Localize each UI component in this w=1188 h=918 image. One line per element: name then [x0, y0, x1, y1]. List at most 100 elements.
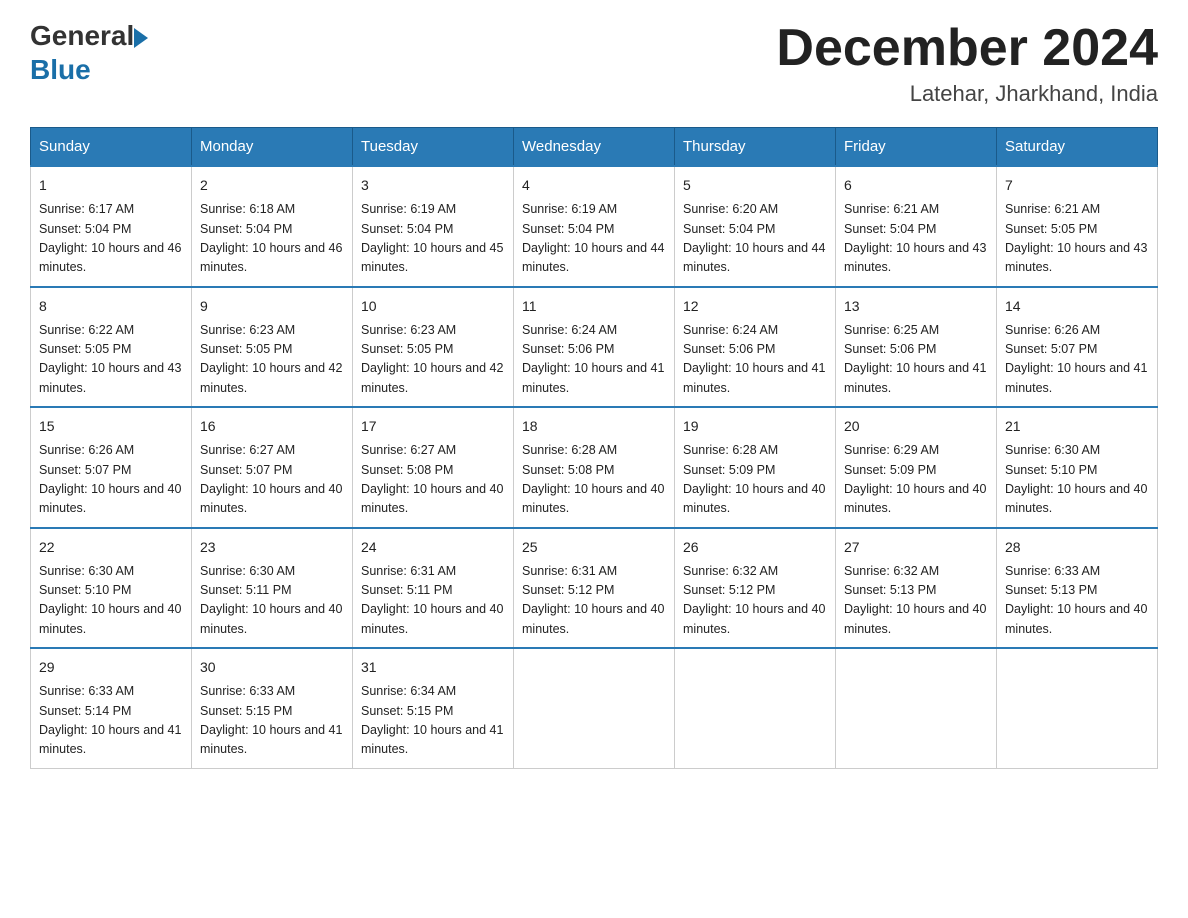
calendar-cell: 19 Sunrise: 6:28 AMSunset: 5:09 PMDaylig… [675, 407, 836, 528]
calendar-cell: 7 Sunrise: 6:21 AMSunset: 5:05 PMDayligh… [997, 166, 1158, 287]
calendar-cell: 14 Sunrise: 6:26 AMSunset: 5:07 PMDaylig… [997, 287, 1158, 408]
calendar-cell: 31 Sunrise: 6:34 AMSunset: 5:15 PMDaylig… [353, 648, 514, 768]
day-number: 2 [200, 175, 344, 196]
calendar-cell [836, 648, 997, 768]
column-header-thursday: Thursday [675, 128, 836, 167]
calendar-table: SundayMondayTuesdayWednesdayThursdayFrid… [30, 127, 1158, 769]
calendar-week-row: 15 Sunrise: 6:26 AMSunset: 5:07 PMDaylig… [31, 407, 1158, 528]
location-title: Latehar, Jharkhand, India [776, 81, 1158, 107]
logo-text-blue: Blue [30, 54, 91, 86]
day-info: Sunrise: 6:17 AMSunset: 5:04 PMDaylight:… [39, 200, 183, 278]
calendar-header-row: SundayMondayTuesdayWednesdayThursdayFrid… [31, 128, 1158, 167]
day-info: Sunrise: 6:30 AMSunset: 5:11 PMDaylight:… [200, 562, 344, 640]
column-header-tuesday: Tuesday [353, 128, 514, 167]
calendar-cell: 8 Sunrise: 6:22 AMSunset: 5:05 PMDayligh… [31, 287, 192, 408]
day-number: 5 [683, 175, 827, 196]
day-info: Sunrise: 6:24 AMSunset: 5:06 PMDaylight:… [683, 321, 827, 399]
calendar-cell: 15 Sunrise: 6:26 AMSunset: 5:07 PMDaylig… [31, 407, 192, 528]
day-number: 14 [1005, 296, 1149, 317]
day-info: Sunrise: 6:19 AMSunset: 5:04 PMDaylight:… [361, 200, 505, 278]
calendar-cell: 5 Sunrise: 6:20 AMSunset: 5:04 PMDayligh… [675, 166, 836, 287]
day-number: 25 [522, 537, 666, 558]
calendar-week-row: 1 Sunrise: 6:17 AMSunset: 5:04 PMDayligh… [31, 166, 1158, 287]
calendar-cell [514, 648, 675, 768]
column-header-monday: Monday [192, 128, 353, 167]
day-number: 11 [522, 296, 666, 317]
calendar-cell: 13 Sunrise: 6:25 AMSunset: 5:06 PMDaylig… [836, 287, 997, 408]
calendar-cell: 1 Sunrise: 6:17 AMSunset: 5:04 PMDayligh… [31, 166, 192, 287]
day-info: Sunrise: 6:23 AMSunset: 5:05 PMDaylight:… [200, 321, 344, 399]
day-number: 4 [522, 175, 666, 196]
day-number: 21 [1005, 416, 1149, 437]
day-number: 24 [361, 537, 505, 558]
day-info: Sunrise: 6:33 AMSunset: 5:13 PMDaylight:… [1005, 562, 1149, 640]
day-number: 29 [39, 657, 183, 678]
day-number: 8 [39, 296, 183, 317]
day-info: Sunrise: 6:33 AMSunset: 5:14 PMDaylight:… [39, 682, 183, 760]
day-info: Sunrise: 6:32 AMSunset: 5:13 PMDaylight:… [844, 562, 988, 640]
calendar-cell: 12 Sunrise: 6:24 AMSunset: 5:06 PMDaylig… [675, 287, 836, 408]
day-info: Sunrise: 6:31 AMSunset: 5:11 PMDaylight:… [361, 562, 505, 640]
calendar-cell: 30 Sunrise: 6:33 AMSunset: 5:15 PMDaylig… [192, 648, 353, 768]
calendar-cell: 25 Sunrise: 6:31 AMSunset: 5:12 PMDaylig… [514, 528, 675, 649]
day-info: Sunrise: 6:33 AMSunset: 5:15 PMDaylight:… [200, 682, 344, 760]
calendar-cell: 16 Sunrise: 6:27 AMSunset: 5:07 PMDaylig… [192, 407, 353, 528]
day-info: Sunrise: 6:29 AMSunset: 5:09 PMDaylight:… [844, 441, 988, 519]
calendar-cell: 28 Sunrise: 6:33 AMSunset: 5:13 PMDaylig… [997, 528, 1158, 649]
calendar-cell: 29 Sunrise: 6:33 AMSunset: 5:14 PMDaylig… [31, 648, 192, 768]
day-number: 26 [683, 537, 827, 558]
calendar-cell [675, 648, 836, 768]
calendar-week-row: 22 Sunrise: 6:30 AMSunset: 5:10 PMDaylig… [31, 528, 1158, 649]
title-area: December 2024 Latehar, Jharkhand, India [776, 20, 1158, 107]
page-header: General Blue December 2024 Latehar, Jhar… [30, 20, 1158, 107]
day-info: Sunrise: 6:30 AMSunset: 5:10 PMDaylight:… [39, 562, 183, 640]
calendar-cell: 22 Sunrise: 6:30 AMSunset: 5:10 PMDaylig… [31, 528, 192, 649]
calendar-cell: 6 Sunrise: 6:21 AMSunset: 5:04 PMDayligh… [836, 166, 997, 287]
calendar-cell: 27 Sunrise: 6:32 AMSunset: 5:13 PMDaylig… [836, 528, 997, 649]
column-header-sunday: Sunday [31, 128, 192, 167]
day-number: 30 [200, 657, 344, 678]
day-number: 10 [361, 296, 505, 317]
day-number: 16 [200, 416, 344, 437]
calendar-cell: 11 Sunrise: 6:24 AMSunset: 5:06 PMDaylig… [514, 287, 675, 408]
day-info: Sunrise: 6:28 AMSunset: 5:08 PMDaylight:… [522, 441, 666, 519]
day-info: Sunrise: 6:26 AMSunset: 5:07 PMDaylight:… [1005, 321, 1149, 399]
month-title: December 2024 [776, 20, 1158, 77]
day-number: 15 [39, 416, 183, 437]
day-number: 19 [683, 416, 827, 437]
day-info: Sunrise: 6:21 AMSunset: 5:05 PMDaylight:… [1005, 200, 1149, 278]
column-header-wednesday: Wednesday [514, 128, 675, 167]
calendar-cell: 20 Sunrise: 6:29 AMSunset: 5:09 PMDaylig… [836, 407, 997, 528]
calendar-cell: 9 Sunrise: 6:23 AMSunset: 5:05 PMDayligh… [192, 287, 353, 408]
day-number: 23 [200, 537, 344, 558]
calendar-cell [997, 648, 1158, 768]
day-number: 9 [200, 296, 344, 317]
day-number: 1 [39, 175, 183, 196]
day-info: Sunrise: 6:18 AMSunset: 5:04 PMDaylight:… [200, 200, 344, 278]
calendar-week-row: 8 Sunrise: 6:22 AMSunset: 5:05 PMDayligh… [31, 287, 1158, 408]
day-number: 18 [522, 416, 666, 437]
day-number: 27 [844, 537, 988, 558]
day-info: Sunrise: 6:24 AMSunset: 5:06 PMDaylight:… [522, 321, 666, 399]
day-info: Sunrise: 6:27 AMSunset: 5:08 PMDaylight:… [361, 441, 505, 519]
calendar-cell: 24 Sunrise: 6:31 AMSunset: 5:11 PMDaylig… [353, 528, 514, 649]
day-info: Sunrise: 6:34 AMSunset: 5:15 PMDaylight:… [361, 682, 505, 760]
day-number: 17 [361, 416, 505, 437]
day-info: Sunrise: 6:31 AMSunset: 5:12 PMDaylight:… [522, 562, 666, 640]
day-number: 6 [844, 175, 988, 196]
day-info: Sunrise: 6:30 AMSunset: 5:10 PMDaylight:… [1005, 441, 1149, 519]
calendar-cell: 2 Sunrise: 6:18 AMSunset: 5:04 PMDayligh… [192, 166, 353, 287]
logo: General Blue [30, 20, 148, 86]
day-info: Sunrise: 6:19 AMSunset: 5:04 PMDaylight:… [522, 200, 666, 278]
calendar-cell: 17 Sunrise: 6:27 AMSunset: 5:08 PMDaylig… [353, 407, 514, 528]
day-info: Sunrise: 6:27 AMSunset: 5:07 PMDaylight:… [200, 441, 344, 519]
calendar-cell: 26 Sunrise: 6:32 AMSunset: 5:12 PMDaylig… [675, 528, 836, 649]
day-number: 20 [844, 416, 988, 437]
day-number: 13 [844, 296, 988, 317]
day-info: Sunrise: 6:25 AMSunset: 5:06 PMDaylight:… [844, 321, 988, 399]
day-info: Sunrise: 6:26 AMSunset: 5:07 PMDaylight:… [39, 441, 183, 519]
day-number: 3 [361, 175, 505, 196]
calendar-cell: 3 Sunrise: 6:19 AMSunset: 5:04 PMDayligh… [353, 166, 514, 287]
day-info: Sunrise: 6:23 AMSunset: 5:05 PMDaylight:… [361, 321, 505, 399]
logo-text-general: General [30, 20, 134, 52]
